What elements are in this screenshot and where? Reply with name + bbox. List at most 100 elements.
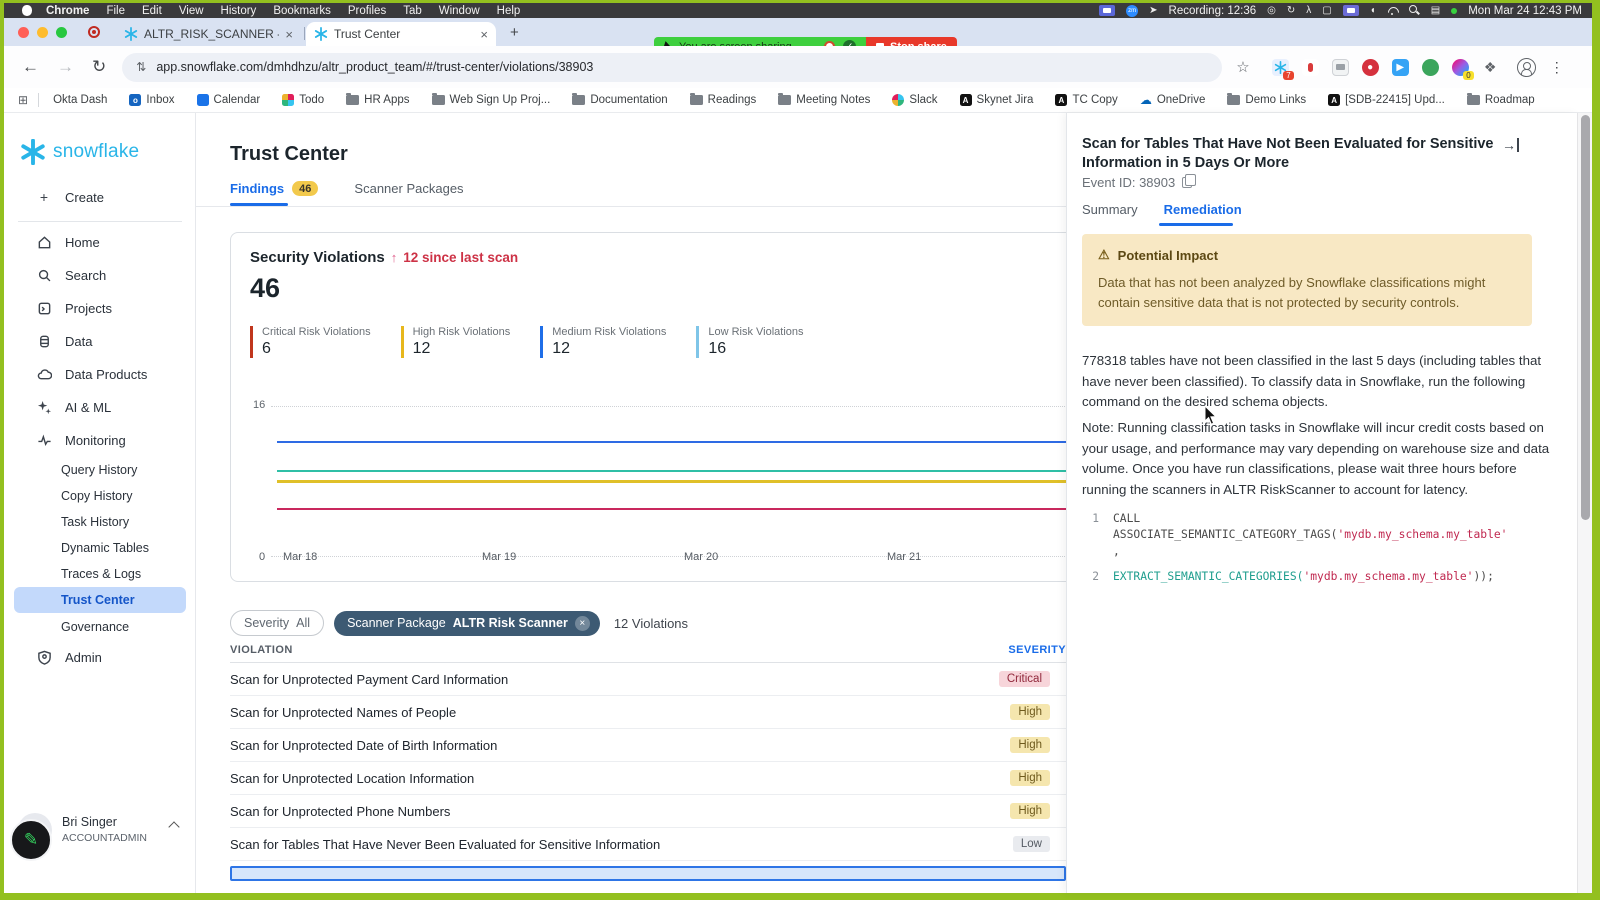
- menu-edit[interactable]: Edit: [142, 5, 162, 17]
- ext-snowflake-icon[interactable]: 7: [1272, 59, 1289, 76]
- menu-help[interactable]: Help: [497, 5, 521, 17]
- menubar-clock[interactable]: Mon Mar 24 12:43 PM: [1468, 5, 1582, 17]
- page-scrollbar[interactable]: [1577, 113, 1592, 893]
- sidebar-item-dynamic-tables[interactable]: Dynamic Tables: [4, 536, 196, 560]
- bookmark-hr-apps[interactable]: HR Apps: [346, 94, 409, 106]
- bookmark-skynet-jira[interactable]: ASkynet Jira: [960, 94, 1034, 106]
- back-button[interactable]: ←: [22, 57, 39, 77]
- new-tab-button[interactable]: +: [510, 24, 519, 41]
- chevron-up-icon[interactable]: [168, 821, 179, 832]
- sidebar-item-create[interactable]: + Create: [4, 184, 196, 210]
- snowflake-logo[interactable]: snowflake: [20, 139, 139, 165]
- menu-chrome[interactable]: Chrome: [46, 5, 89, 17]
- sidebar-item-query-history[interactable]: Query History: [4, 458, 196, 482]
- wifi-icon[interactable]: [1387, 6, 1398, 15]
- sidebar-item-task-history[interactable]: Task History: [4, 510, 196, 534]
- minimize-window-button[interactable]: [37, 27, 48, 38]
- bookmark-documentation[interactable]: Documentation: [572, 94, 667, 106]
- sidebar-item-admin[interactable]: Admin: [4, 644, 196, 670]
- menu-view[interactable]: View: [179, 5, 204, 17]
- bookmark-inbox[interactable]: oInbox: [129, 94, 174, 106]
- tab-altr-risk-scanner[interactable]: ALTR_RISK_SCANNER - Sno... ×: [116, 22, 301, 46]
- selected-table-row[interactable]: [230, 866, 1066, 881]
- ext-play-icon[interactable]: ▶: [1392, 59, 1409, 76]
- bookmark-okta-dash[interactable]: Okta Dash: [53, 94, 107, 106]
- tab-scanner-packages[interactable]: Scanner Packages: [354, 181, 463, 196]
- bookmark-calendar[interactable]: Calendar: [197, 94, 261, 106]
- panel-tab-summary[interactable]: Summary: [1082, 202, 1138, 217]
- table-row[interactable]: Scan for Unprotected Phone NumbersHigh: [230, 795, 1066, 828]
- fullscreen-window-button[interactable]: [56, 27, 67, 38]
- lock-icon[interactable]: ◎: [1267, 5, 1276, 16]
- sidebar-item-search[interactable]: Search: [4, 262, 196, 288]
- close-window-button[interactable]: [18, 27, 29, 38]
- copy-icon[interactable]: [1182, 177, 1192, 188]
- table-row[interactable]: Scan for Unprotected Names of PeopleHigh: [230, 696, 1066, 729]
- table-row[interactable]: Scan for Unprotected Location Informatio…: [230, 762, 1066, 795]
- ext-red-icon[interactable]: ●: [1362, 59, 1379, 76]
- sidebar-item-governance[interactable]: Governance: [4, 615, 196, 639]
- remove-filter-icon[interactable]: ×: [575, 616, 590, 631]
- ext-mic-icon[interactable]: [1302, 59, 1319, 76]
- sidebar-item-trust-center[interactable]: Trust Center: [14, 587, 186, 613]
- menu-bookmarks[interactable]: Bookmarks: [273, 5, 331, 17]
- bookmark-demo-links[interactable]: Demo Links: [1227, 94, 1306, 106]
- menu-window[interactable]: Window: [439, 5, 480, 17]
- bookmark-meeting-notes[interactable]: Meeting Notes: [778, 94, 870, 106]
- sidebar-item-home[interactable]: Home: [4, 229, 196, 255]
- sidebar-item-copy-history[interactable]: Copy History: [4, 484, 196, 508]
- url-text[interactable]: app.snowflake.com/dmhdhzu/altr_product_t…: [156, 60, 593, 74]
- screenshare-status-icon[interactable]: [1099, 5, 1115, 16]
- sync-icon[interactable]: ↻: [1287, 5, 1295, 16]
- recording-timer[interactable]: Recording: 12:36: [1169, 5, 1257, 17]
- user-menu[interactable]: ✎ Bri Singer ACCOUNTADMIN: [4, 813, 196, 865]
- mission-control-icon[interactable]: [1343, 5, 1359, 16]
- table-row[interactable]: Scan for Unprotected Payment Card Inform…: [230, 663, 1066, 696]
- tab-trust-center[interactable]: Trust Center ×: [306, 22, 496, 46]
- spotlight-icon[interactable]: [1409, 5, 1420, 16]
- remediation-code-block[interactable]: 1 CALL ASSOCIATE_SEMANTIC_CATEGORY_TAGS(…: [1089, 511, 1541, 595]
- bookmark-readings[interactable]: Readings: [690, 94, 757, 106]
- extensions-puzzle-icon[interactable]: ❖: [1482, 59, 1499, 76]
- site-settings-icon[interactable]: ⇅: [136, 60, 146, 74]
- apps-grid-icon[interactable]: ⊞: [18, 93, 28, 107]
- bookmark-star-icon[interactable]: ☆: [1236, 58, 1249, 76]
- sidebar-item-projects[interactable]: Projects: [4, 295, 196, 321]
- reload-button[interactable]: ↻: [92, 57, 106, 77]
- menu-file[interactable]: File: [106, 5, 125, 17]
- close-tab-icon[interactable]: ×: [480, 27, 488, 42]
- close-tab-icon[interactable]: ×: [285, 27, 293, 42]
- bookmark-sdb-22415[interactable]: A[SDB-22415] Upd...: [1328, 94, 1445, 106]
- ext-green-icon[interactable]: [1422, 59, 1439, 76]
- bookmark-slack[interactable]: Slack: [892, 94, 937, 106]
- scrollbar-thumb[interactable]: [1581, 115, 1590, 520]
- bookmark-todo[interactable]: Todo: [282, 94, 324, 106]
- bookmark-tc-copy[interactable]: ATC Copy: [1055, 94, 1117, 106]
- table-row[interactable]: Scan for Unprotected Date of Birth Infor…: [230, 729, 1066, 762]
- control-center-icon[interactable]: ▤: [1431, 5, 1440, 16]
- panel-tab-remediation[interactable]: Remediation: [1164, 202, 1242, 217]
- menu-profiles[interactable]: Profiles: [348, 5, 386, 17]
- lambda-icon[interactable]: λ: [1306, 5, 1311, 16]
- bookmark-web-sign-up[interactable]: Web Sign Up Proj...: [432, 94, 551, 106]
- url-bar[interactable]: ⇅ app.snowflake.com/dmhdhzu/altr_product…: [122, 53, 1222, 82]
- bookmark-roadmap[interactable]: Roadmap: [1467, 94, 1535, 106]
- window-icon[interactable]: ▢: [1322, 5, 1331, 16]
- column-header-violation[interactable]: VIOLATION: [230, 644, 293, 656]
- ext-window-icon[interactable]: [1332, 59, 1349, 76]
- forward-button[interactable]: →: [57, 57, 74, 77]
- edit-pencil-icon[interactable]: ✎: [10, 819, 52, 861]
- zoom-app-icon[interactable]: zm: [1126, 5, 1138, 17]
- ext-colorful-icon[interactable]: 0: [1452, 59, 1469, 76]
- cast-icon[interactable]: ➤: [1149, 5, 1157, 16]
- apple-icon[interactable]: [22, 5, 32, 16]
- bookmark-onedrive[interactable]: ☁OneDrive: [1140, 93, 1206, 107]
- tab-findings[interactable]: Findings 46: [230, 181, 318, 196]
- sound-icon[interactable]: ◖: [1370, 5, 1376, 16]
- menu-tab[interactable]: Tab: [403, 5, 422, 17]
- severity-filter-chip[interactable]: Severity All: [230, 610, 324, 636]
- sidebar-item-traces-logs[interactable]: Traces & Logs: [4, 562, 196, 586]
- profile-avatar-icon[interactable]: [1517, 58, 1536, 77]
- menu-history[interactable]: History: [221, 5, 257, 17]
- sidebar-item-ai-ml[interactable]: AI & ML: [4, 394, 196, 420]
